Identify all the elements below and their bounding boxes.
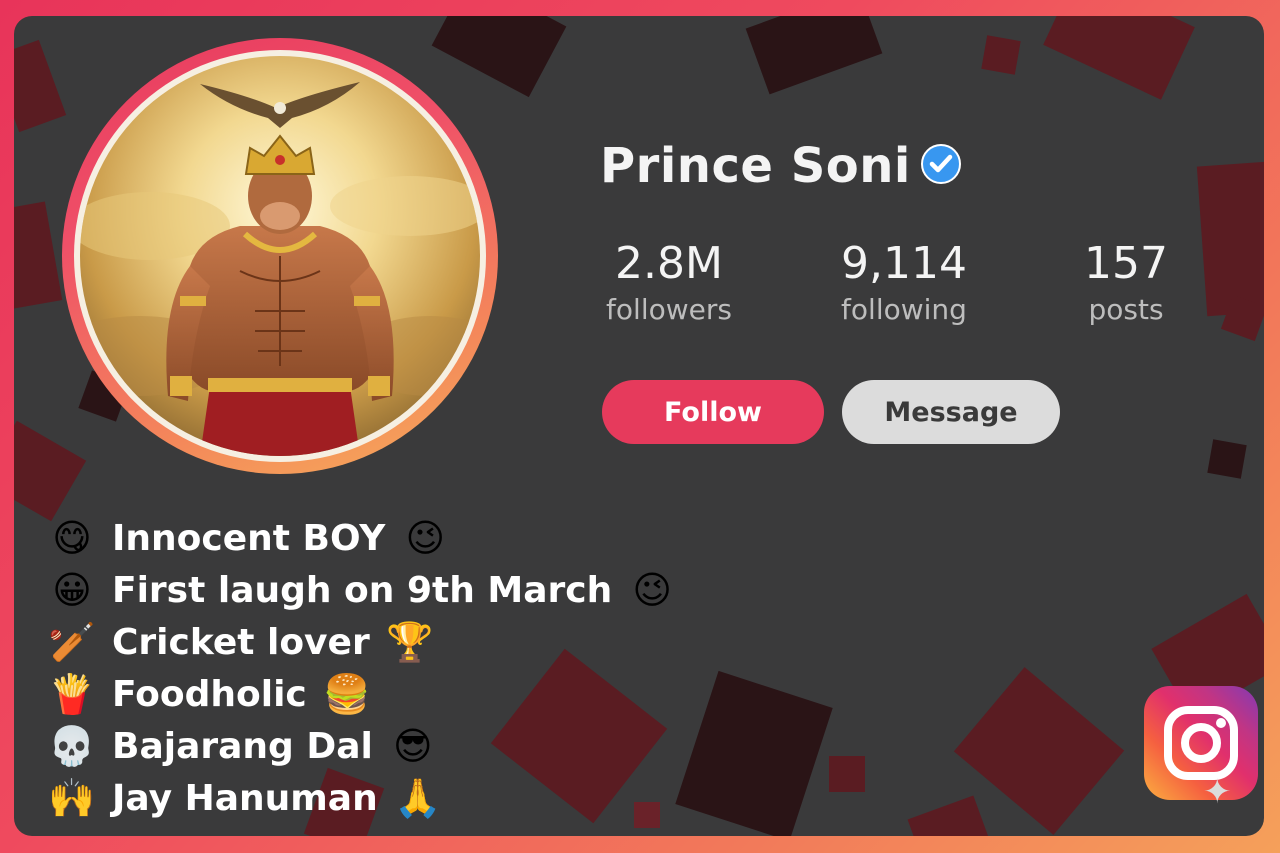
instagram-logo-icon[interactable]: [1144, 686, 1258, 800]
face-savoring-food-icon: 😋: [52, 516, 92, 560]
stat-value: 2.8M: [615, 238, 723, 289]
bio-line: 🍟 Foodholic 🍔: [48, 668, 676, 720]
stat-value: 157: [1084, 238, 1168, 289]
bg-shape: [14, 420, 87, 522]
profile-name-row: Prince Soni: [600, 138, 963, 194]
hanuman-portrait-illustration: [80, 56, 480, 456]
stat-following[interactable]: 9,114 following: [804, 238, 1004, 330]
stat-value: 9,114: [841, 238, 967, 289]
cricket-bat-icon: 🏏: [48, 619, 96, 664]
winking-face-icon: 😉: [632, 568, 673, 612]
bg-shape: [907, 795, 991, 836]
folded-hands-icon: 🙏: [394, 775, 442, 820]
stat-posts[interactable]: 157 posts: [1064, 238, 1188, 330]
grinning-face-icon: 😀: [52, 568, 92, 612]
fries-icon: 🍟: [48, 671, 96, 716]
bg-shape: [1207, 439, 1247, 479]
bg-shape: [981, 35, 1021, 75]
bio-line: 😋 Innocent BOY 😉: [48, 512, 676, 564]
bg-shape: [14, 39, 67, 133]
gradient-frame: Prince Soni 2.8M followers 9,114 followi…: [0, 0, 1280, 853]
hamburger-icon: 🍔: [323, 671, 371, 716]
profile-bio: 😋 Innocent BOY 😉 😀 First laugh on 9th Ma…: [48, 512, 676, 824]
bio-text: Foodholic: [112, 673, 307, 715]
bio-text: Bajarang Dal: [112, 725, 373, 767]
sparkle-icon: ✦: [1203, 772, 1232, 812]
bio-line: 🙌 Jay Hanuman 🙏: [48, 772, 676, 824]
bg-shape: [745, 16, 883, 95]
bg-shape: [1043, 16, 1195, 100]
bio-text: Innocent BOY: [112, 517, 386, 559]
avatar-image: [80, 56, 480, 456]
avatar-border: [74, 50, 486, 462]
stat-label: followers: [606, 293, 732, 326]
bg-shape: [953, 667, 1125, 835]
stat-followers[interactable]: 2.8M followers: [574, 238, 764, 330]
profile-card: Prince Soni 2.8M followers 9,114 followi…: [14, 16, 1264, 836]
bg-shape: [14, 201, 63, 311]
bio-line: 🏏 Cricket lover 🏆: [48, 616, 676, 668]
bg-shape: [1196, 161, 1264, 317]
bio-line: 😀 First laugh on 9th March 😉: [48, 564, 676, 616]
bio-text: Jay Hanuman: [112, 777, 378, 819]
stat-label: posts: [1088, 293, 1164, 326]
bg-shape: [431, 16, 567, 98]
bio-text: Cricket lover: [112, 621, 370, 663]
sunglasses-face-icon: 😎: [393, 724, 433, 768]
follow-button[interactable]: Follow: [602, 380, 824, 444]
winking-face-icon: 😉: [405, 516, 446, 560]
stat-label: following: [841, 293, 967, 326]
profile-name: Prince Soni: [600, 138, 911, 194]
profile-avatar[interactable]: [62, 38, 498, 474]
verified-badge-icon: [919, 142, 963, 191]
skull-icon: 💀: [48, 723, 96, 768]
bg-shape: [829, 756, 865, 792]
bio-text: First laugh on 9th March: [112, 569, 613, 611]
message-button[interactable]: Message: [842, 380, 1060, 444]
raising-hands-icon: 🙌: [48, 775, 96, 820]
bio-line: 💀 Bajarang Dal 😎: [48, 720, 676, 772]
trophy-icon: 🏆: [386, 619, 434, 664]
bg-shape: [675, 670, 833, 836]
